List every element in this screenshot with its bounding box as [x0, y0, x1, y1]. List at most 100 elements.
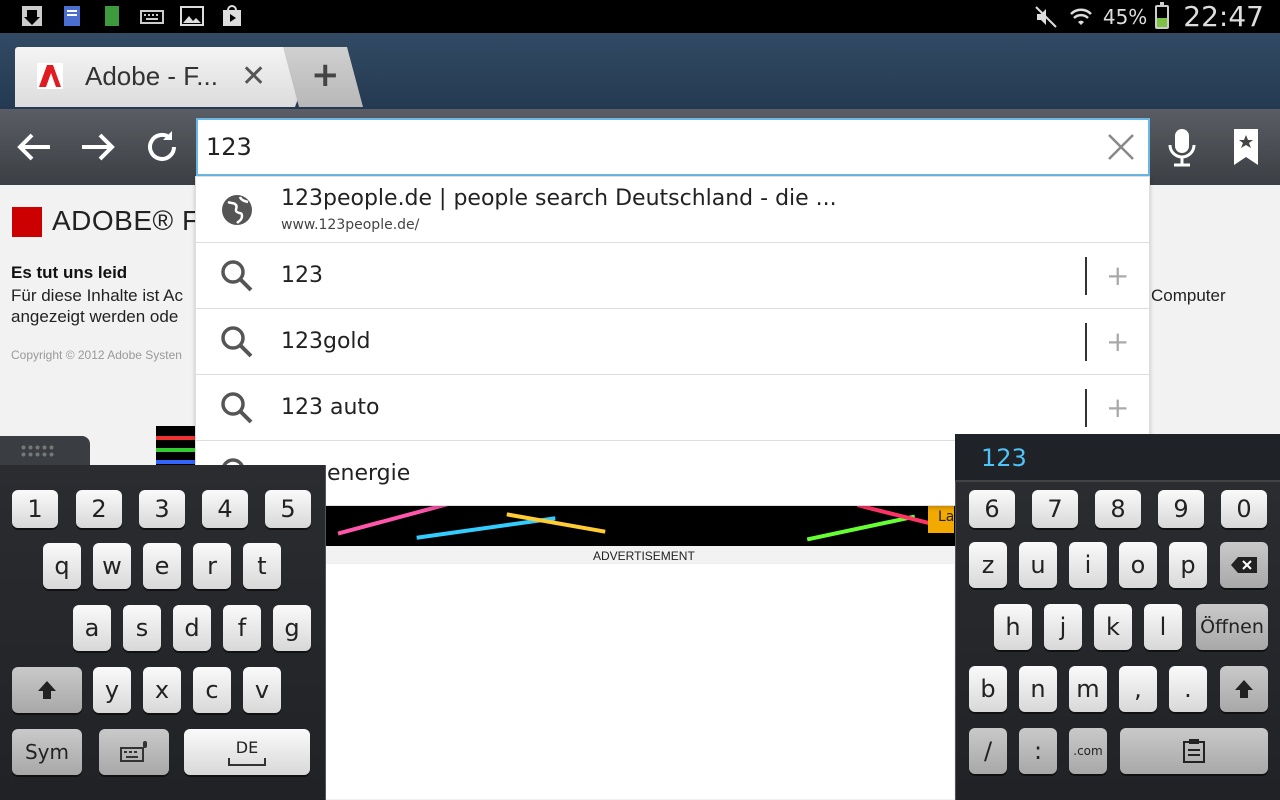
key-u[interactable]: u	[1019, 542, 1057, 588]
suggestion-url: www.123people.de/	[281, 217, 420, 233]
refine-plus-icon[interactable]: +	[1106, 259, 1129, 292]
download-icon	[22, 6, 42, 26]
key-f[interactable]: f	[223, 605, 261, 651]
key-period[interactable]: .	[1169, 666, 1207, 712]
keyboard-icon	[140, 10, 164, 24]
key-2[interactable]: 2	[76, 490, 122, 528]
grid-icon	[20, 444, 54, 458]
clock: 22:47	[1183, 0, 1264, 33]
refine-plus-icon[interactable]: +	[1106, 391, 1129, 424]
back-icon[interactable]	[10, 123, 58, 171]
key-h[interactable]: h	[994, 604, 1032, 650]
shift-key-right[interactable]	[1220, 666, 1268, 712]
key-g[interactable]: g	[273, 605, 311, 651]
keyboard-drag-handle[interactable]	[0, 436, 90, 466]
key-i[interactable]: i	[1069, 542, 1107, 588]
key-colon[interactable]: :	[1019, 728, 1057, 774]
key-1[interactable]: 1	[12, 490, 58, 528]
sym-key[interactable]: Sym	[12, 729, 82, 775]
key-a[interactable]: a	[73, 605, 111, 651]
key-y[interactable]: y	[93, 667, 131, 713]
shift-icon	[38, 681, 56, 699]
search-icon	[221, 260, 253, 292]
suggestion-search[interactable]: 123 auto +	[196, 375, 1149, 441]
ad-caption: ADVERTISEMENT	[593, 549, 695, 563]
key-7[interactable]: 7	[1032, 490, 1078, 528]
adobe-logo-icon	[37, 63, 63, 89]
open-key[interactable]: Öffnen	[1196, 604, 1268, 650]
close-tab-icon[interactable]: ✕	[241, 59, 266, 94]
dotcom-key[interactable]: .com	[1069, 728, 1107, 774]
battery-percent: 45%	[1102, 4, 1148, 29]
key-x[interactable]: x	[143, 667, 181, 713]
copyright: Copyright © 2012 Adobe Systen	[11, 348, 182, 362]
key-o[interactable]: o	[1119, 542, 1157, 588]
bookmark-icon[interactable]	[1222, 123, 1270, 171]
tab-adobe[interactable]: Adobe - F... ✕	[15, 47, 317, 107]
wifi-icon	[1069, 8, 1092, 25]
keyboard-left: 1 2 3 4 5 q w e r t a s d f g y x c v Sy…	[0, 465, 326, 800]
sorry-heading: Es tut uns leid	[11, 263, 128, 282]
refine-plus-icon[interactable]: +	[1106, 325, 1129, 358]
search-icon	[221, 392, 253, 424]
candidate-word[interactable]: 123	[981, 444, 1027, 472]
key-3[interactable]: 3	[139, 490, 185, 528]
play-store-icon	[223, 5, 241, 26]
key-n[interactable]: n	[1019, 666, 1057, 712]
key-slash[interactable]: /	[969, 728, 1007, 774]
mute-icon	[1035, 5, 1057, 28]
key-9[interactable]: 9	[1158, 490, 1204, 528]
suggestion-text: 123gold	[281, 329, 371, 354]
gallery-icon	[180, 6, 204, 26]
clear-icon[interactable]	[1106, 132, 1136, 162]
key-c[interactable]: c	[193, 667, 231, 713]
keyboard-settings-key[interactable]	[99, 729, 169, 775]
key-b[interactable]: b	[969, 666, 1007, 712]
key-m[interactable]: m	[1069, 666, 1107, 712]
key-6[interactable]: 6	[969, 490, 1015, 528]
suggestion-search[interactable]: 123 +	[196, 243, 1149, 309]
space-key[interactable]: DE	[184, 729, 310, 775]
key-p[interactable]: p	[1169, 542, 1207, 588]
url-input[interactable]	[198, 120, 1078, 174]
key-4[interactable]: 4	[202, 490, 248, 528]
shift-key[interactable]	[12, 667, 82, 713]
key-e[interactable]: e	[143, 543, 181, 589]
key-j[interactable]: j	[1044, 604, 1082, 650]
suggestion-history[interactable]: 123people.de | people search Deutschland…	[196, 177, 1149, 243]
url-bar[interactable]	[196, 118, 1150, 176]
key-0[interactable]: 0	[1221, 490, 1267, 528]
key-8[interactable]: 8	[1095, 490, 1141, 528]
search-icon	[221, 326, 253, 358]
key-comma[interactable]: ,	[1119, 666, 1157, 712]
tab-title: Adobe - F...	[85, 61, 218, 91]
key-r[interactable]: r	[193, 543, 231, 589]
sorry-right-text: Computer	[1151, 286, 1226, 305]
key-d[interactable]: d	[173, 605, 211, 651]
key-q[interactable]: q	[43, 543, 81, 589]
key-z[interactable]: z	[969, 542, 1007, 588]
keyboard-right: 6 7 8 9 0 z u i o p h j k l Öffnen b n m…	[955, 482, 1280, 800]
suggestion-search[interactable]: 123gold +	[196, 309, 1149, 375]
suggestion-text: 123 auto	[281, 395, 380, 420]
clipboard-key[interactable]	[1120, 728, 1268, 774]
divider	[1085, 323, 1087, 361]
keyboard-mic-icon	[120, 741, 147, 762]
book-icon	[105, 6, 119, 26]
key-v[interactable]: v	[243, 667, 281, 713]
key-s[interactable]: s	[123, 605, 161, 651]
ad-tag[interactable]: La	[928, 505, 954, 533]
refresh-icon[interactable]	[138, 123, 186, 171]
plus-icon: +	[311, 55, 340, 95]
backspace-key[interactable]	[1220, 542, 1268, 588]
ad-blank-area	[326, 563, 954, 799]
key-5[interactable]: 5	[265, 490, 311, 528]
suggestion-title: 123people.de | people search Deutschland…	[281, 186, 837, 211]
suggestion-text: energie	[327, 461, 411, 486]
key-t[interactable]: t	[243, 543, 281, 589]
key-l[interactable]: l	[1144, 604, 1182, 650]
microphone-icon[interactable]	[1158, 123, 1206, 171]
key-k[interactable]: k	[1094, 604, 1132, 650]
forward-icon[interactable]	[74, 123, 122, 171]
key-w[interactable]: w	[93, 543, 131, 589]
